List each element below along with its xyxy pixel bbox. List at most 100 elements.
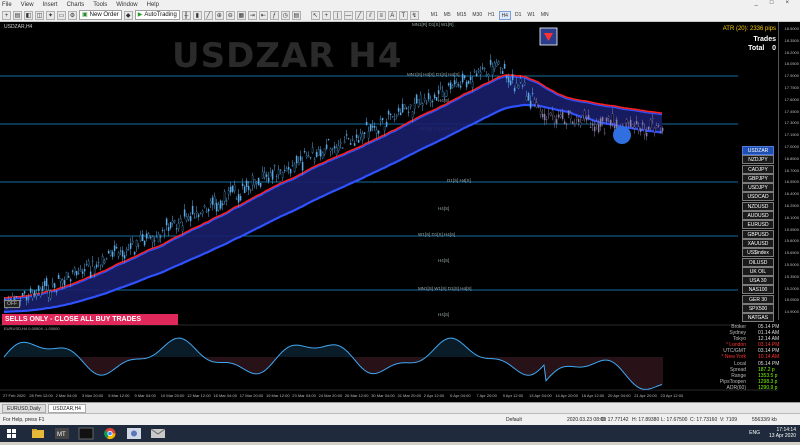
label-icon[interactable]: T — [398, 10, 408, 20]
maximize-button[interactable]: □ — [770, 0, 774, 6]
pair-button[interactable]: NAS100 — [742, 285, 774, 295]
autotrading-button[interactable]: ▶ AutoTrading — [134, 10, 180, 20]
tf-w1[interactable]: W1 — [525, 11, 537, 20]
data-window-icon[interactable]: ◫ — [35, 10, 44, 20]
file-explorer-icon[interactable] — [30, 427, 46, 440]
tf-m30[interactable]: M30 — [470, 11, 484, 20]
price-axis[interactable]: 18.5000 18.3500 18.2000 18.0500 17.9000 17.75… — [778, 22, 800, 320]
pair-button[interactable]: UK OIL — [742, 266, 774, 276]
navigator-icon[interactable]: ✦ — [46, 10, 55, 20]
pair-button[interactable]: GBPJPY — [742, 173, 774, 183]
price-chart-canvas[interactable]: MN1[R] D1[S] W1[R] MN1[S] H4[S] D1[S] H4[… — [0, 22, 800, 402]
menu-view[interactable]: View — [21, 2, 34, 8]
candle-body — [365, 121, 368, 126]
zoom-out-icon[interactable]: ⊖ — [225, 10, 235, 20]
screenshot-app-icon[interactable] — [126, 427, 142, 440]
pair-button[interactable]: USDZAR — [742, 146, 774, 155]
tf-m15[interactable]: M15 — [455, 11, 469, 20]
pair-button[interactable]: NZDJPY — [742, 155, 774, 165]
metatrader-icon[interactable]: MT — [54, 427, 70, 440]
time-tick-label: 9 Mar 04:00 — [134, 393, 156, 398]
market-watch-icon[interactable]: ◧ — [24, 10, 33, 20]
off-button[interactable]: OFF — [4, 300, 20, 308]
bar-chart-icon[interactable]: ╫ — [181, 10, 191, 20]
pair-button[interactable]: CADJPY — [742, 164, 774, 174]
tf-m1[interactable]: M1 — [429, 11, 440, 20]
pair-button[interactable]: USDJPY — [742, 183, 774, 193]
candle-body — [69, 279, 72, 282]
price-tick-label: 14.9000 — [784, 309, 799, 315]
templates-icon[interactable]: ▤ — [291, 10, 301, 20]
channel-icon[interactable]: ⫽ — [365, 10, 375, 20]
language-indicator[interactable]: ENG — [749, 430, 760, 436]
terminal-icon[interactable]: ▭ — [57, 10, 66, 20]
text-icon[interactable]: A — [387, 10, 397, 20]
tile-windows-icon[interactable]: ▦ — [236, 10, 246, 20]
tf-mn[interactable]: MN — [539, 11, 551, 20]
pair-button[interactable]: NZDUSD — [742, 201, 774, 211]
chrome-icon[interactable] — [102, 427, 118, 440]
menu-window[interactable]: Window — [116, 2, 137, 8]
candle-body — [447, 83, 450, 86]
new-chart-icon[interactable]: + — [2, 10, 11, 20]
trades-panel: Trades Total 0 — [748, 35, 776, 53]
candle-body — [377, 130, 380, 134]
candle-body — [599, 118, 602, 127]
vertical-line-icon[interactable]: | — [332, 10, 342, 20]
menu-charts[interactable]: Charts — [67, 2, 85, 8]
zoom-in-icon[interactable]: ⊕ — [214, 10, 224, 20]
close-button[interactable]: × — [785, 0, 789, 6]
menu-file[interactable]: File — [2, 2, 12, 8]
indicators-icon[interactable]: ƒ — [269, 10, 279, 20]
menu-tools[interactable]: Tools — [93, 2, 107, 8]
terminal-app-icon[interactable] — [78, 427, 94, 440]
horizontal-line-icon[interactable]: — — [343, 10, 353, 20]
pair-button[interactable]: USA 30 — [742, 276, 774, 286]
trendline-icon[interactable]: ╱ — [354, 10, 364, 20]
tf-d1[interactable]: D1 — [513, 11, 523, 20]
tf-m5[interactable]: M5 — [442, 11, 453, 20]
profiles-icon[interactable]: ▤ — [13, 10, 22, 20]
pair-button[interactable]: USDCAD — [742, 192, 774, 202]
candle-body — [449, 82, 452, 90]
candle-body — [525, 96, 528, 101]
fibonacci-icon[interactable]: ≡ — [376, 10, 386, 20]
pair-button[interactable]: EURUSD — [742, 220, 774, 230]
autoscroll-icon[interactable]: ⇥ — [247, 10, 257, 20]
windows-start-icon[interactable] — [4, 427, 20, 440]
tf-h1[interactable]: H1 — [486, 11, 496, 20]
candle-body — [211, 197, 214, 205]
pair-button[interactable]: NATGAS — [742, 313, 774, 323]
candlestick-icon[interactable]: ▮ — [192, 10, 202, 20]
pair-button[interactable]: SPX500 — [742, 304, 774, 314]
periods-icon[interactable]: ◷ — [280, 10, 290, 20]
tab-eurusd-daily[interactable]: EURUSD,Daily — [2, 403, 46, 413]
new-order-button[interactable]: ▣ New Order — [79, 10, 122, 20]
menu-insert[interactable]: Insert — [43, 2, 58, 8]
tf-h4[interactable]: H4 — [498, 10, 511, 20]
candle-body — [341, 147, 344, 149]
line-chart-icon[interactable]: ╱ — [203, 10, 213, 20]
minimize-button[interactable]: _ — [755, 0, 758, 6]
mail-app-icon[interactable] — [150, 427, 166, 440]
pair-button[interactable]: GER 30 — [742, 294, 774, 304]
arrows-icon[interactable]: ↯ — [409, 10, 419, 20]
tab-usdzar-h4[interactable]: USDZAR,H4 — [47, 403, 86, 413]
pair-button[interactable]: US$index — [742, 248, 774, 258]
candle-body — [493, 62, 496, 70]
candle-body — [99, 264, 102, 266]
pair-button[interactable]: AUDUSD — [742, 211, 774, 221]
chart-shift-icon[interactable]: ⇤ — [258, 10, 268, 20]
candle-body — [237, 194, 240, 203]
crosshair-icon[interactable]: + — [321, 10, 331, 20]
pair-button[interactable]: GBPUSD — [742, 229, 774, 239]
pair-button[interactable]: OILUSD — [742, 257, 774, 267]
pair-button[interactable]: XAUUSD — [742, 238, 774, 248]
clock[interactable]: 17:14:14 13 Apr 2020 — [769, 427, 796, 439]
menu-help[interactable]: Help — [147, 2, 159, 8]
time-tick-label: 23 Mar 04:00 — [292, 393, 316, 398]
cursor-icon[interactable]: ↖ — [310, 10, 320, 20]
metaeditor-icon[interactable]: ◆ — [123, 10, 133, 20]
chart-window[interactable]: MN1[R] D1[S] W1[R] MN1[S] H4[S] D1[S] H4[… — [0, 22, 800, 402]
tester-icon[interactable]: ⚙ — [68, 10, 77, 20]
